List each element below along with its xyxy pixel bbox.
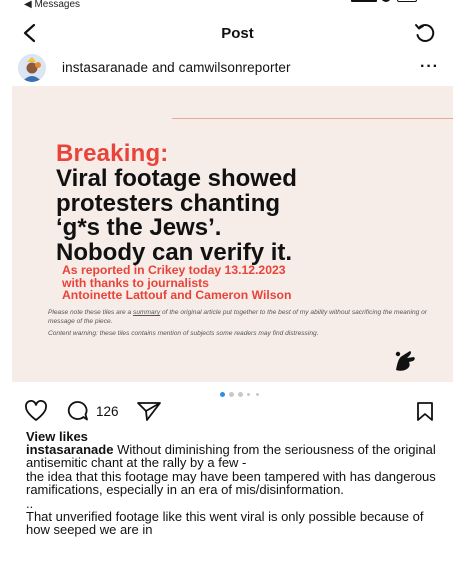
nav-bar: Post: [0, 18, 475, 48]
tile-headline-line: Nobody can verify it.: [56, 238, 293, 266]
caption-line: That unverified footage like this went v…: [26, 509, 424, 538]
tile-credit-line: Antoinette Lattouf and Cameron Wilson: [62, 288, 292, 302]
page-title: Post: [221, 25, 254, 42]
tile-credit: As reported in Crikey today 13.12.2023 w…: [62, 264, 422, 302]
tile-breaking-label: Breaking:: [56, 140, 169, 167]
action-bar: 126: [0, 400, 475, 424]
more-options-button[interactable]: ···: [420, 58, 439, 76]
carousel-dot: [247, 393, 250, 396]
tile-headline: Viral footage showed protesters chanting…: [56, 165, 446, 266]
avatar[interactable]: [18, 54, 46, 82]
post-authors[interactable]: instasaranade and camwilsonreporter: [62, 60, 291, 75]
refresh-icon[interactable]: [413, 22, 437, 44]
tile-headline-line: Viral footage showed: [56, 165, 297, 192]
battery-icon: [397, 0, 417, 2]
signal-icon: [351, 0, 377, 2]
caption-line: the idea that this footage may have been…: [26, 468, 436, 498]
carousel-dot: [229, 392, 234, 397]
carousel-dots: [212, 392, 272, 398]
post-caption: instasaranade Without diminishing from t…: [26, 443, 446, 537]
comment-icon[interactable]: [64, 400, 90, 422]
bookmark-icon[interactable]: [414, 400, 436, 422]
carousel-dot: [256, 393, 259, 396]
tile-note-text: Please note these tiles are a: [48, 309, 134, 316]
tile-note: Please note these tiles are a summary of…: [48, 309, 428, 326]
share-icon[interactable]: [136, 400, 162, 422]
caption-line: instasaranade Without diminishing from t…: [26, 443, 446, 470]
tile-content-warning: Content warning: these tiles contains me…: [48, 330, 319, 337]
avatar-illustration-icon: [18, 54, 46, 82]
back-to-messages-link[interactable]: ◀ Messages: [24, 0, 80, 10]
post-header: instasaranade and camwilsonreporter ···: [0, 54, 475, 82]
hand-pointer-icon: [395, 351, 415, 371]
carousel-dot: [220, 392, 225, 397]
heart-icon[interactable]: [24, 400, 48, 422]
tile-credit-line: As reported in Crikey today 13.12.2023: [62, 263, 286, 277]
carousel-dot: [238, 392, 243, 397]
tile-note-link: summary: [133, 309, 161, 316]
tile-headline-line: protesters chanting: [56, 189, 281, 217]
comment-count: 126: [96, 404, 119, 419]
tile-headline-line: ‘g*s the Jews’.: [56, 214, 222, 241]
caption-line: ..: [26, 495, 34, 511]
status-bar: ◀ Messages: [0, 0, 475, 14]
status-indicators: [351, 0, 417, 4]
tile-divider: [172, 118, 453, 119]
wifi-icon: [381, 0, 391, 2]
post-image[interactable]: Breaking: Viral footage showed protester…: [12, 86, 453, 382]
